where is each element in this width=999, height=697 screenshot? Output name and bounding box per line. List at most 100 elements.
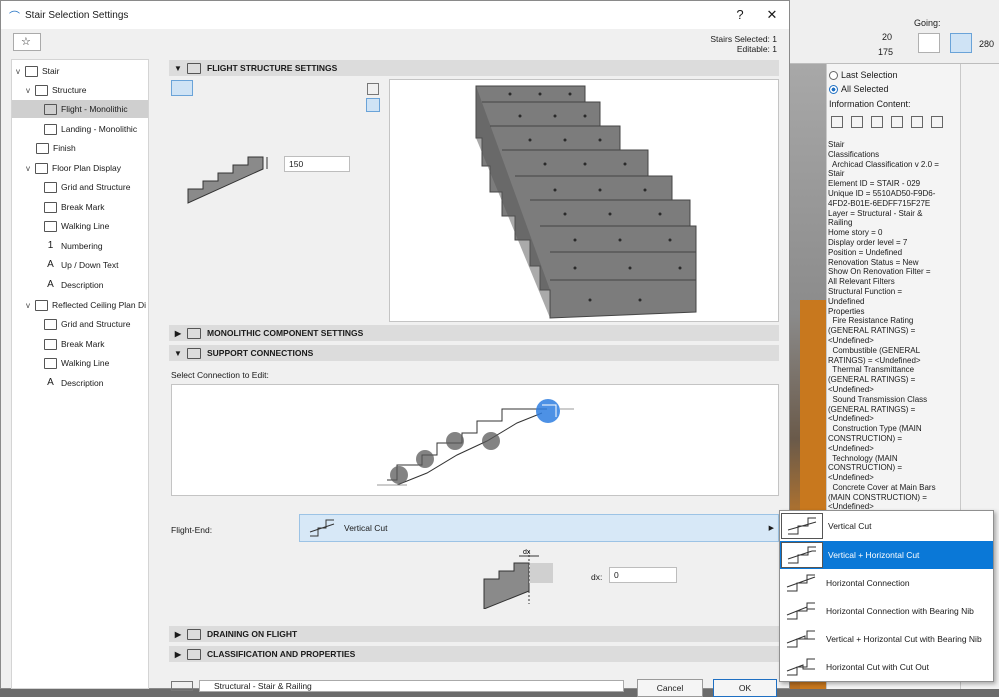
menu-item-horizontal-cut-out[interactable]: Horizontal Cut with Cut Out — [780, 653, 993, 681]
tree-item-description-rcp[interactable]: A Description — [44, 374, 103, 392]
flight-end-dropdown[interactable]: Vertical Cut ▶ — [299, 514, 779, 542]
info-line: Classifications — [828, 149, 880, 159]
tree-item-description[interactable]: A Description — [44, 276, 104, 294]
tree-item-landing-monolithic[interactable]: Landing - Monolithic — [44, 120, 137, 138]
break-mark-icon — [44, 338, 57, 350]
info-line: <Undefined> — [828, 443, 874, 453]
floor-plan-icon — [35, 162, 48, 174]
tool-icon[interactable] — [871, 116, 883, 128]
stair-3d-preview[interactable] — [389, 79, 779, 322]
connection-preview[interactable] — [171, 384, 779, 496]
flight-type-1-icon[interactable] — [171, 80, 193, 96]
cancel-button[interactable]: Cancel — [637, 679, 703, 697]
info-line: Display order level = 7 — [828, 237, 908, 247]
section-monolithic[interactable]: ▶ MONOLITHIC COMPONENT SETTINGS — [169, 325, 779, 341]
info-line: Technology (MAIN — [828, 453, 898, 463]
info-line: Show On Renovation Filter = — [828, 267, 931, 277]
tree-label: Description — [61, 280, 104, 290]
text-icon: A — [47, 258, 54, 270]
connection-point[interactable] — [390, 466, 408, 484]
chevron-down-icon: ▼ — [174, 63, 182, 73]
tree-label: Landing - Monolithic — [61, 124, 138, 134]
vertical-horizontal-nib-icon — [780, 625, 822, 653]
vertical-cut-icon — [309, 519, 335, 537]
stair-tool-icon[interactable] — [918, 33, 940, 53]
value-20: 20 — [882, 32, 893, 42]
tree-item-numbering[interactable]: 1 Numbering — [44, 237, 103, 255]
tree-item-grid-structure-rcp[interactable]: Grid and Structure — [44, 315, 130, 333]
tree-label: Grid and Structure — [61, 182, 131, 192]
floor-plan-view-icon[interactable] — [367, 83, 379, 95]
tree-item-up-down-text[interactable]: A Up / Down Text — [44, 256, 118, 274]
tool-icon[interactable] — [891, 116, 903, 128]
3d-view-icon[interactable] — [366, 98, 380, 112]
last-selection-radio[interactable]: Last Selection — [829, 70, 898, 80]
info-line: Fire Resistance Rating — [828, 316, 914, 326]
menu-label: Horizontal Connection — [826, 578, 910, 588]
tree-item-break-mark[interactable]: Break Mark — [44, 198, 104, 216]
menu-item-vertical-horizontal-nib[interactable]: Vertical + Horizontal Cut with Bearing N… — [780, 625, 993, 653]
tool-icon[interactable] — [931, 116, 943, 128]
menu-item-horizontal-connection-nib[interactable]: Horizontal Connection with Bearing Nib — [780, 597, 993, 625]
connection-point[interactable] — [446, 432, 464, 450]
connection-point[interactable] — [416, 450, 434, 468]
layer-select[interactable]: Structural - Stair & Railing — [199, 680, 624, 692]
tree-label: Stair — [42, 66, 60, 76]
section-flight-structure[interactable]: ▼ FLIGHT STRUCTURE SETTINGS — [169, 60, 779, 76]
tree-item-structure[interactable]: v Structure — [26, 81, 87, 99]
tree-item-floor-plan-display[interactable]: v Floor Plan Display — [26, 159, 121, 177]
close-button[interactable]: ✕ — [763, 6, 781, 24]
layer-icon — [171, 681, 193, 691]
menu-item-vertical-cut[interactable]: Vertical Cut — [780, 512, 993, 540]
settings-tree: v Stair v Structure Flight - Monolithic La… — [11, 59, 149, 689]
text-icon: A — [47, 376, 54, 388]
info-line: Properties — [828, 306, 865, 316]
menu-item-horizontal-connection[interactable]: Horizontal Connection — [780, 569, 993, 597]
info-line: <Undefined> — [828, 384, 874, 394]
tree-item-walking-line[interactable]: Walking Line — [44, 217, 109, 235]
tree-label: Floor Plan Display — [52, 163, 121, 173]
tree-label: Finish — [53, 143, 76, 153]
tree-item-walking-line-rcp[interactable]: Walking Line — [44, 354, 109, 372]
vertical-cut-icon — [781, 513, 823, 539]
section-support-connections[interactable]: ▼ SUPPORT CONNECTIONS — [169, 345, 779, 361]
tree-item-grid-structure[interactable]: Grid and Structure — [44, 178, 130, 196]
info-line: Position = Undefined — [828, 247, 903, 257]
flight-icon — [187, 62, 201, 74]
help-button[interactable]: ? — [731, 6, 749, 24]
flight-type-4-icon[interactable] — [243, 80, 265, 96]
connection-point[interactable] — [482, 432, 500, 450]
value-280: 280 — [979, 39, 995, 49]
stair-tool-active-icon[interactable] — [950, 33, 972, 53]
all-selected-radio[interactable]: All Selected — [829, 84, 889, 94]
draining-icon — [187, 628, 201, 640]
tool-icon[interactable] — [831, 116, 843, 128]
info-line: <Undefined> — [828, 335, 874, 345]
tree-item-flight-monolithic[interactable]: Flight - Monolithic — [12, 100, 148, 118]
section-draining[interactable]: ▶ DRAINING ON FLIGHT — [169, 626, 779, 642]
menu-label: Horizontal Cut with Cut Out — [826, 662, 929, 672]
ok-button[interactable]: OK — [713, 679, 777, 697]
last-selection-label: Last Selection — [841, 70, 898, 80]
dialog-title: Stair Selection Settings — [25, 9, 129, 21]
numbering-icon: 1 — [47, 239, 54, 251]
info-line: Stair — [828, 140, 845, 149]
flight-thickness-input[interactable]: 150 — [284, 156, 350, 172]
section-classification[interactable]: ▶ CLASSIFICATION AND PROPERTIES — [169, 646, 779, 662]
chevron-right-icon: ▶ — [174, 328, 182, 338]
dx-input[interactable]: 0 — [609, 567, 677, 583]
flight-type-2-icon[interactable] — [195, 80, 217, 96]
tree-item-break-mark-rcp[interactable]: Break Mark — [44, 335, 104, 353]
tree-item-stair[interactable]: v Stair — [16, 62, 59, 80]
chevron-right-icon: ▶ — [174, 629, 182, 639]
section-title: DRAINING ON FLIGHT — [207, 629, 298, 639]
flight-thickness-diagram — [187, 156, 268, 204]
tool-icon[interactable] — [911, 116, 923, 128]
menu-item-vertical-horizontal-cut[interactable]: Vertical + Horizontal Cut — [780, 541, 993, 569]
tool-icon[interactable] — [851, 116, 863, 128]
tree-item-finish[interactable]: Finish — [36, 139, 76, 157]
tree-item-reflected-ceiling[interactable]: v Reflected Ceiling Plan Di — [26, 296, 146, 314]
favorites-button[interactable]: ☆ — [13, 33, 41, 51]
info-line: <Undefined> — [828, 414, 874, 424]
flight-type-3-icon[interactable] — [219, 80, 241, 96]
